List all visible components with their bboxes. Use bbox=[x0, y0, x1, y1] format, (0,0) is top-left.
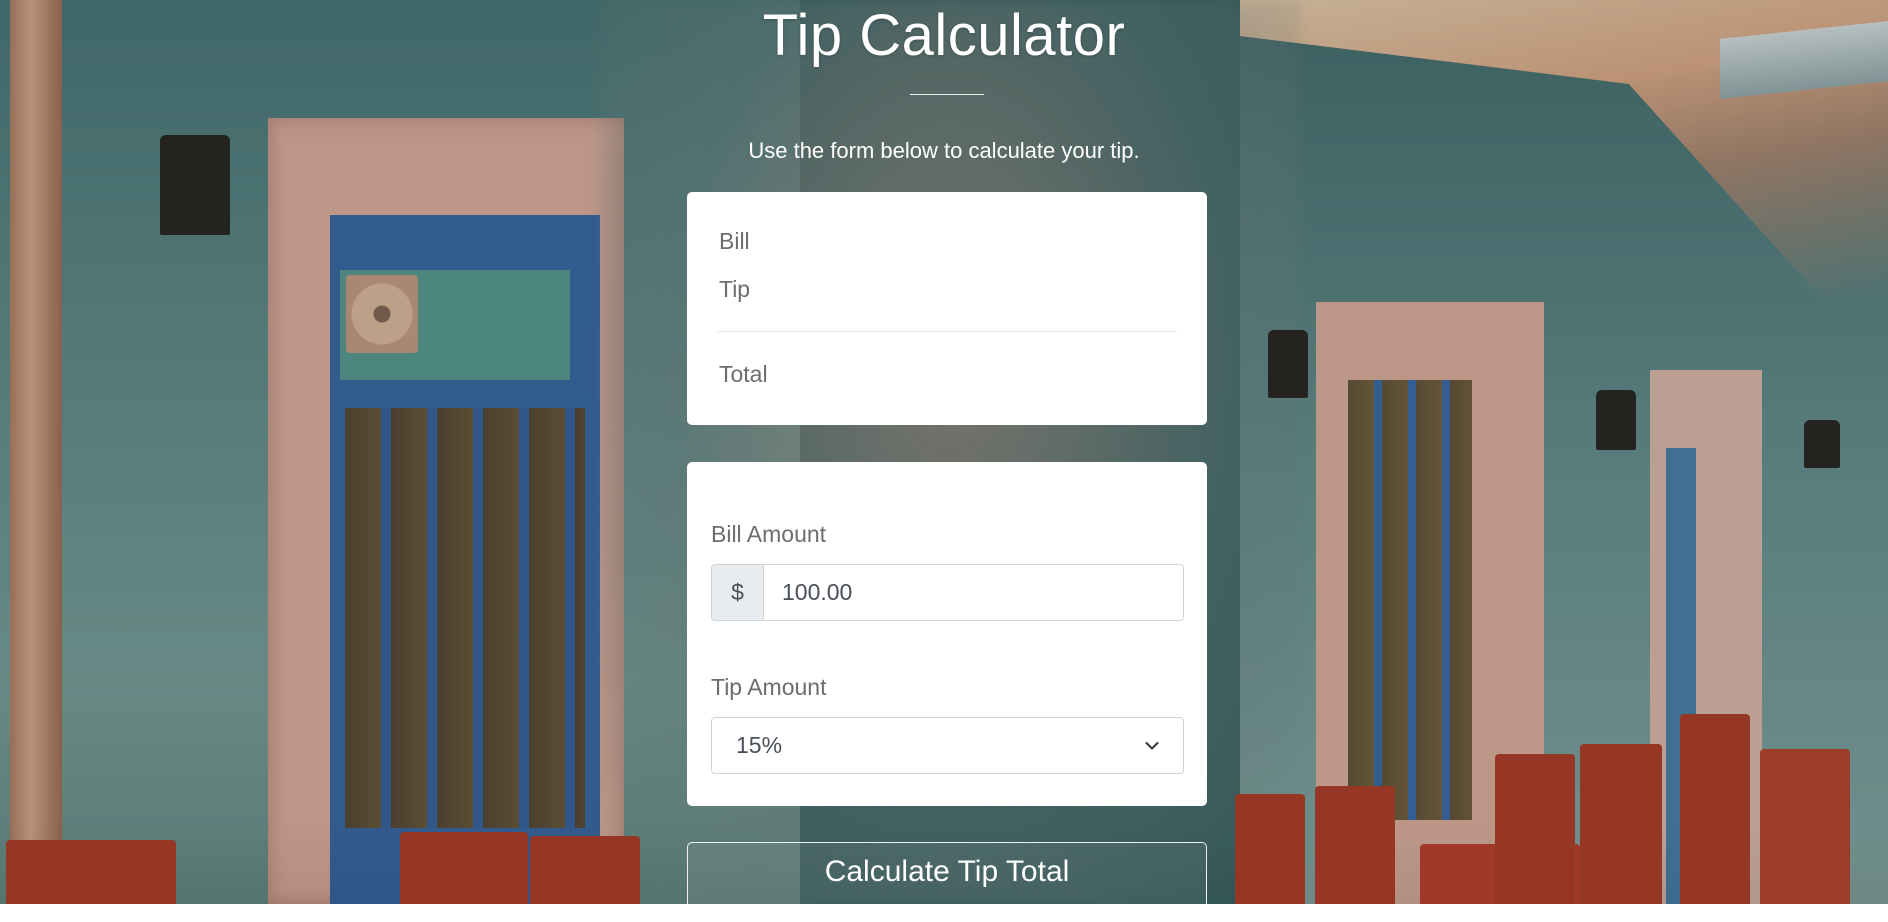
tip-calculator-page: Tip Calculator Use the form below to cal… bbox=[0, 0, 1888, 922]
calculate-tip-button[interactable]: Calculate Tip Total bbox=[687, 842, 1207, 922]
summary-total-label: Total bbox=[719, 361, 768, 387]
bill-amount-input-group: $ bbox=[711, 564, 1184, 621]
summary-bill-label: Bill bbox=[719, 228, 750, 254]
summary-tip-label: Tip bbox=[719, 276, 751, 302]
tip-amount-label: Tip Amount bbox=[711, 674, 827, 700]
tip-amount-selected-value: 15% bbox=[736, 732, 783, 758]
tip-amount-select[interactable]: 15% bbox=[711, 717, 1184, 774]
title-divider bbox=[910, 94, 984, 95]
chevron-down-icon bbox=[1145, 739, 1159, 753]
summary-divider bbox=[717, 331, 1177, 332]
currency-addon: $ bbox=[712, 565, 764, 620]
summary-card bbox=[687, 192, 1207, 425]
page-subtitle: Use the form below to calculate your tip… bbox=[748, 138, 1140, 163]
page-title: Tip Calculator bbox=[762, 3, 1126, 68]
bill-amount-input[interactable] bbox=[764, 565, 1183, 620]
bill-amount-label: Bill Amount bbox=[711, 521, 827, 547]
